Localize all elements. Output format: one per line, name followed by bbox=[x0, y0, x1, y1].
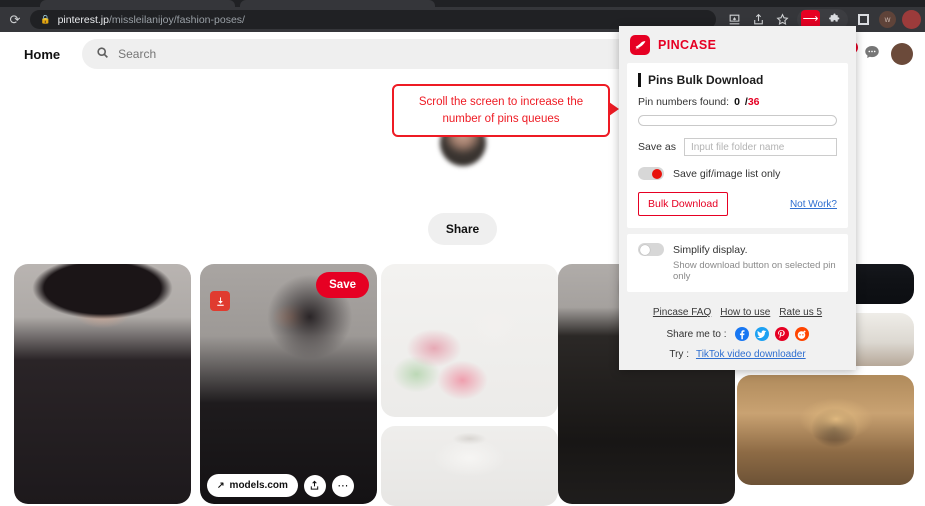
folder-name-input[interactable] bbox=[683, 138, 837, 156]
pin-card-footer: ↗ models.com ⋯ bbox=[207, 474, 370, 497]
simplify-toggle-row: Simplify display. bbox=[638, 243, 837, 256]
pins-found-current: 0 bbox=[734, 96, 740, 108]
pin-column bbox=[381, 264, 558, 506]
reddit-icon[interactable] bbox=[794, 327, 809, 341]
pincase-faq-link[interactable]: Pincase FAQ bbox=[653, 307, 711, 318]
simplify-display-label: Simplify display. bbox=[673, 243, 748, 256]
not-work-link[interactable]: Not Work? bbox=[790, 199, 837, 210]
pins-found-row: Pin numbers found: 0/36 bbox=[638, 96, 837, 108]
bulk-download-panel: Pins Bulk Download Pin numbers found: 0/3… bbox=[627, 63, 848, 228]
pin-source-link[interactable]: ↗ models.com bbox=[207, 474, 298, 497]
pin-card[interactable] bbox=[14, 264, 191, 504]
rate-us-link[interactable]: Rate us 5 bbox=[779, 307, 822, 318]
pins-found-total: 36 bbox=[747, 96, 760, 108]
download-progress-bar bbox=[638, 115, 837, 126]
pin-column: Save ↗ models.com ⋯ bbox=[200, 264, 377, 506]
toggle-knob bbox=[652, 168, 662, 179]
external-link-icon: ↗ bbox=[217, 480, 225, 490]
pin-card[interactable] bbox=[737, 375, 914, 485]
search-icon bbox=[96, 46, 109, 62]
bulk-download-button[interactable]: Bulk Download bbox=[638, 192, 729, 216]
pin-image bbox=[381, 264, 558, 417]
share-row: Share me to : bbox=[630, 327, 845, 341]
pin-more-options-icon[interactable]: ⋯ bbox=[331, 474, 354, 497]
how-to-use-link[interactable]: How to use bbox=[720, 307, 770, 318]
save-gif-label: Save gif/image list only bbox=[673, 167, 781, 180]
save-gif-toggle[interactable] bbox=[638, 167, 664, 180]
footer-links: Pincase FAQ How to use Rate us 5 bbox=[630, 307, 845, 318]
pinterest-icon[interactable] bbox=[774, 327, 789, 341]
facebook-icon[interactable] bbox=[734, 327, 749, 341]
pincase-brand-name: PINCASE bbox=[658, 38, 717, 52]
pincase-popup: PINCASE Pins Bulk Download Pin numbers f… bbox=[619, 26, 856, 370]
try-row: Try : TikTok video downloader bbox=[630, 349, 845, 360]
toggle-knob bbox=[640, 244, 650, 255]
browser-window: ⟳ 🔒 pinterest.jp/missleilanijoy/fashion-… bbox=[0, 0, 925, 506]
bulk-download-title: Pins Bulk Download bbox=[638, 73, 837, 87]
pin-image bbox=[14, 264, 191, 504]
pin-column bbox=[14, 264, 191, 506]
messages-button[interactable] bbox=[863, 43, 881, 66]
simplify-display-panel: Simplify display. Show download button o… bbox=[627, 234, 848, 292]
popup-header: PINCASE bbox=[619, 26, 856, 63]
pin-share-icon[interactable] bbox=[303, 474, 326, 497]
pin-source-label: models.com bbox=[229, 480, 288, 491]
nav-home-button[interactable]: Home bbox=[10, 47, 74, 62]
address-bar[interactable]: 🔒 pinterest.jp/missleilanijoy/fashion-po… bbox=[30, 10, 716, 29]
pincase-logo-icon bbox=[630, 35, 650, 55]
tiktok-downloader-link[interactable]: TikTok video downloader bbox=[696, 349, 806, 360]
annotation-callout: Scroll the screen to increase the number… bbox=[392, 84, 619, 138]
browser-tab-other[interactable] bbox=[240, 0, 435, 7]
pin-card[interactable] bbox=[381, 264, 558, 417]
pin-card-selected[interactable]: Save ↗ models.com ⋯ bbox=[200, 264, 377, 504]
save-as-label: Save as bbox=[638, 141, 676, 153]
gif-toggle-row: Save gif/image list only bbox=[638, 167, 837, 180]
browser-tabstrip bbox=[0, 0, 925, 7]
try-label: Try : bbox=[669, 349, 689, 360]
pincase-swoosh-glyph: ⟶ bbox=[802, 13, 819, 25]
bulk-actions-row: Bulk Download Not Work? bbox=[638, 192, 837, 216]
annotation-line-2: number of pins queues bbox=[442, 112, 560, 125]
search-placeholder: Search bbox=[118, 47, 157, 61]
popup-footer: Pincase FAQ How to use Rate us 5 Share m… bbox=[619, 298, 856, 362]
save-as-row: Save as bbox=[638, 138, 837, 156]
download-icon[interactable] bbox=[210, 291, 230, 311]
simplify-display-note: Show download button on selected pin onl… bbox=[673, 260, 836, 282]
browser-profile-avatar[interactable]: w bbox=[879, 11, 896, 28]
twitter-icon[interactable] bbox=[754, 327, 769, 341]
url-domain: pinterest.jp bbox=[57, 13, 109, 26]
browser-profile-avatar-secondary[interactable] bbox=[902, 10, 921, 29]
url-path: /missleilanijoy/fashion-poses/ bbox=[108, 13, 245, 26]
share-button[interactable]: Share bbox=[427, 213, 498, 245]
simplify-display-toggle[interactable] bbox=[638, 243, 664, 256]
save-pin-button[interactable]: Save bbox=[316, 272, 369, 298]
reload-icon[interactable]: ⟳ bbox=[0, 7, 30, 32]
pin-image bbox=[381, 426, 558, 506]
user-avatar[interactable] bbox=[891, 43, 913, 65]
pin-image bbox=[737, 375, 914, 485]
lock-icon: 🔒 bbox=[40, 14, 51, 24]
pin-card[interactable] bbox=[381, 426, 558, 506]
pins-found-label: Pin numbers found: bbox=[638, 96, 730, 108]
annotation-line-1: Scroll the screen to increase the bbox=[418, 96, 584, 108]
browser-tab-active[interactable] bbox=[40, 0, 235, 7]
share-me-to-label: Share me to : bbox=[666, 328, 727, 340]
